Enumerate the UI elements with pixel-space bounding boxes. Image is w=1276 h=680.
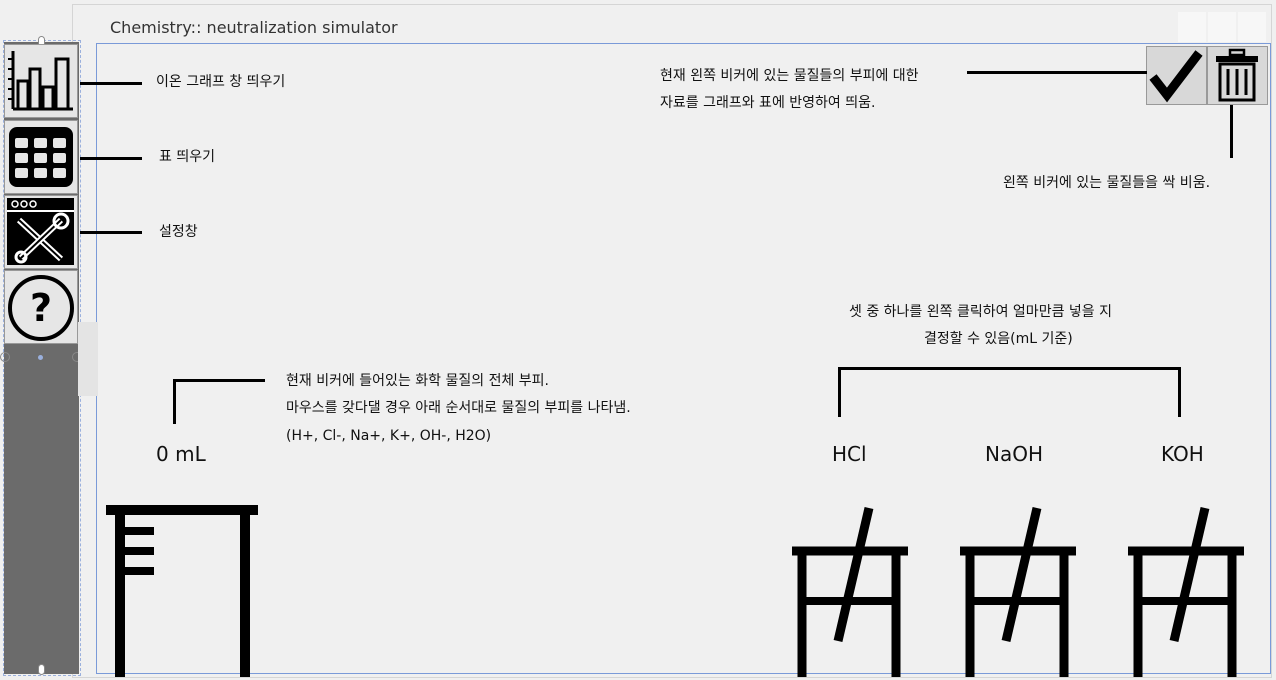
center-handle[interactable] bbox=[38, 355, 43, 360]
bar-chart-icon bbox=[8, 51, 73, 111]
tools-icon bbox=[7, 198, 74, 265]
clear-note: 왼쪽 비커에 있는 물질들을 싹 비움. bbox=[1003, 175, 1211, 191]
window-title: Chemistry:: neutralization simulator bbox=[110, 18, 398, 37]
reagent-note-line2: 결정할 수 있음(mL 기준) bbox=[924, 331, 1073, 347]
volume-pointer-horizontal bbox=[173, 379, 265, 382]
svg-text:?: ? bbox=[30, 286, 52, 330]
minimize-button[interactable] bbox=[1178, 12, 1206, 42]
link-handle-left[interactable] bbox=[0, 352, 10, 362]
volume-note-line1: 현재 비커에 들어있는 화학 물질의 전체 부피. bbox=[286, 373, 549, 389]
table-note: 표 띄우기 bbox=[159, 149, 215, 165]
apply-pointer-line bbox=[967, 71, 1147, 74]
volume-note-line2: 마우스를 갖다댈 경우 아래 순서대로 물질의 부피를 나타냄. bbox=[286, 400, 631, 416]
help-button[interactable]: ? bbox=[4, 270, 78, 344]
apply-button[interactable] bbox=[1146, 46, 1207, 105]
reagent-label-hcl: HCl bbox=[832, 442, 867, 466]
hcl-beaker[interactable] bbox=[792, 505, 908, 677]
reagent-bracket-top bbox=[838, 367, 1181, 370]
reagent-note-line1: 셋 중 하나를 왼쪽 클릭하여 얼마만큼 넣을 지 bbox=[849, 304, 1112, 320]
reagent-bracket-right bbox=[1178, 367, 1181, 417]
toolbar-splitter[interactable] bbox=[78, 322, 98, 396]
trash-icon bbox=[1216, 48, 1258, 102]
settings-pointer-line bbox=[80, 231, 142, 234]
ion-graph-button[interactable] bbox=[4, 44, 78, 118]
main-beaker[interactable] bbox=[104, 505, 260, 677]
help-icon: ? bbox=[8, 275, 74, 341]
beaker-volume-value[interactable]: 0 mL bbox=[156, 442, 206, 466]
settings-note: 설정창 bbox=[159, 224, 198, 240]
apply-note-line2: 자료를 그래프와 표에 반영하여 띄움. bbox=[660, 95, 876, 111]
ion-graph-note: 이온 그래프 창 띄우기 bbox=[156, 74, 286, 90]
table-pointer-line bbox=[80, 157, 142, 160]
koh-beaker[interactable] bbox=[1128, 505, 1244, 677]
close-button[interactable] bbox=[1238, 12, 1266, 42]
reagent-label-naoh: NaOH bbox=[985, 442, 1043, 466]
resize-handle-bottom[interactable] bbox=[38, 664, 45, 675]
volume-note-line3: (H+, Cl-, Na+, K+, OH-, H2O) bbox=[286, 428, 492, 444]
reagent-label-koh: KOH bbox=[1161, 442, 1204, 466]
ion-graph-pointer-line bbox=[80, 82, 142, 85]
volume-pointer-vertical bbox=[173, 379, 176, 424]
table-button[interactable] bbox=[4, 120, 78, 194]
settings-button[interactable] bbox=[4, 195, 78, 269]
clear-button[interactable] bbox=[1207, 46, 1268, 105]
simulation-canvas bbox=[96, 43, 1271, 674]
table-icon bbox=[9, 127, 73, 187]
checkmark-icon bbox=[1149, 50, 1203, 103]
apply-note-line1: 현재 왼쪽 비커에 있는 물질들의 부피에 대한 bbox=[660, 68, 919, 84]
clear-pointer-line bbox=[1230, 105, 1233, 158]
reagent-bracket-left bbox=[838, 367, 841, 417]
maximize-button[interactable] bbox=[1208, 12, 1236, 42]
naoh-beaker[interactable] bbox=[960, 505, 1076, 677]
